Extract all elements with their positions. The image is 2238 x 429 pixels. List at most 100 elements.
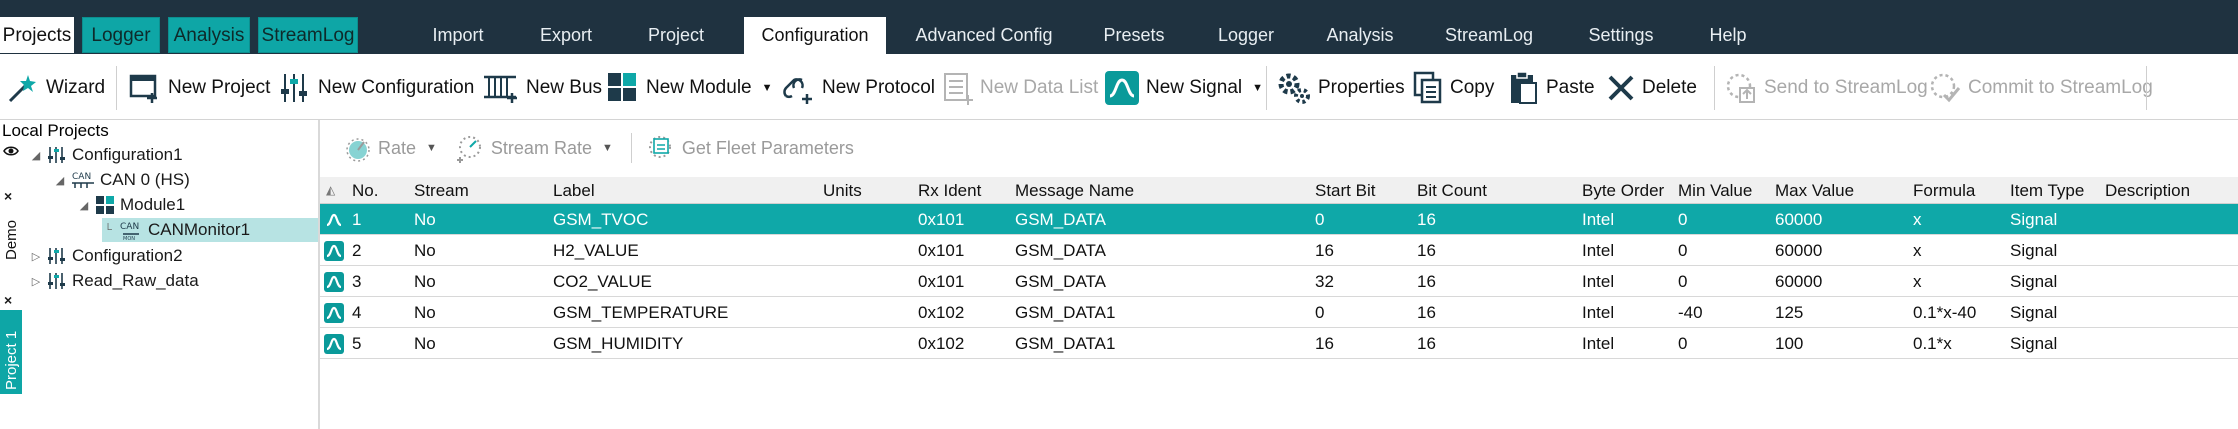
menu-tab-logger[interactable]: Logger (1206, 17, 1286, 54)
tree-node-module1[interactable]: ◢ Module1 (78, 193, 185, 217)
col-units[interactable]: Units (823, 177, 862, 204)
tree-node-can0[interactable]: ◢ CAN CAN 0 (HS) (54, 168, 190, 192)
get-fleet-parameters-button[interactable]: Get Fleet Parameters (646, 133, 854, 163)
table-row[interactable]: 3 No CO2_VALUE 0x101 GSM_DATA 32 16 Intel 0 60000… (320, 266, 2238, 297)
new-configuration-button[interactable]: New Configuration (280, 68, 474, 108)
delete-button[interactable]: Delete (1606, 68, 1697, 108)
new-data-list-button[interactable]: New Data List (942, 68, 1098, 108)
col-stream[interactable]: Stream (414, 177, 469, 204)
col-rx-ident[interactable]: Rx Ident (918, 177, 981, 204)
cell-label: CO2_VALUE (553, 272, 652, 291)
cell-formula: 0.1*x (1913, 334, 1952, 353)
chevron-down-icon[interactable]: ▼ (762, 82, 773, 94)
delete-label: Delete (1642, 77, 1697, 98)
fleet-parameters-icon (648, 136, 671, 158)
menu-tab-configuration[interactable]: Configuration (744, 17, 886, 54)
new-module-label: New Module (646, 77, 752, 98)
chevron-down-icon[interactable]: ▼ (602, 142, 613, 154)
tab-logger[interactable]: Logger (82, 17, 160, 53)
col-byte-order[interactable]: Byte Order (1582, 177, 1664, 204)
svg-text:CAN: CAN (72, 172, 91, 182)
menu-tab-streamlog[interactable]: StreamLog (1436, 17, 1542, 54)
table-row[interactable]: 5 No GSM_HUMIDITY 0x102 GSM_DATA1 16 16 Intel 0 1… (320, 328, 2238, 359)
cell-item-type: Signal (2010, 303, 2058, 322)
cell-formula: x (1913, 272, 1922, 291)
stream-rate-icon (456, 136, 481, 163)
cell-item-type: Signal (2010, 241, 2058, 260)
new-protocol-button[interactable]: New Protocol (780, 68, 935, 108)
rate-button[interactable]: Rate ▼ (344, 134, 437, 162)
collapsed-arrow-icon[interactable]: ▷ (30, 250, 42, 263)
tab-streamlog[interactable]: StreamLog (258, 17, 358, 53)
cell-stream: No (414, 241, 436, 260)
menu-tab-project[interactable]: Project (636, 17, 716, 54)
menu-tab-advanced-config[interactable]: Advanced Config (910, 17, 1058, 54)
stream-rate-label: Stream Rate (490, 137, 592, 158)
cell-message-name: GSM_DATA (1015, 210, 1106, 229)
signal-icon (324, 334, 344, 354)
cell-bit-count: 16 (1417, 272, 1436, 291)
module-icon (96, 196, 114, 214)
tree-node-canmonitor1[interactable]: └ CAN MON CANMonitor1 (102, 218, 318, 242)
col-label[interactable]: Label (553, 177, 595, 204)
table-row[interactable]: 2 No H2_VALUE 0x101 GSM_DATA 16 16 Intel 0 60000 x… (320, 235, 2238, 266)
grid-toolbar: Rate ▼ Stream Rate ▼ Get Fleet Parameter… (320, 127, 872, 169)
properties-button[interactable]: Properties (1276, 68, 1405, 108)
cell-label: H2_VALUE (553, 241, 639, 260)
paste-label: Paste (1546, 77, 1595, 98)
table-row[interactable]: 4 No GSM_TEMPERATURE 0x102 GSM_DATA1 0 16 Intel… (320, 297, 2238, 328)
menu-tab-export[interactable]: Export (526, 17, 606, 54)
col-description[interactable]: Description (2105, 177, 2190, 204)
cell-rx-ident: 0x101 (918, 210, 965, 229)
table-row[interactable]: 1 No GSM_TVOC 0x101 GSM_DATA 0 16 Intel 0 60000 x S… (320, 204, 2238, 235)
col-formula[interactable]: Formula (1913, 177, 1975, 204)
copy-button[interactable]: Copy (1412, 68, 1494, 108)
tab-projects[interactable]: Projects (0, 17, 74, 53)
new-project-button[interactable]: New Project (128, 68, 270, 108)
close-icon[interactable]: × (4, 188, 12, 204)
send-to-streamlog-button[interactable]: Send to StreamLog (1724, 68, 1928, 108)
chevron-down-icon[interactable]: ▼ (1252, 82, 1263, 94)
collapsed-arrow-icon[interactable]: ▷ (30, 275, 42, 288)
cell-stream: No (414, 334, 436, 353)
new-module-button[interactable]: New Module ▼ (606, 68, 773, 108)
cell-bit-count: 16 (1417, 303, 1436, 322)
col-no[interactable]: No. (352, 177, 378, 204)
sort-corner-icon[interactable]: ◭ (326, 177, 335, 204)
col-max-value[interactable]: Max Value (1775, 177, 1854, 204)
menu-tab-presets[interactable]: Presets (1094, 17, 1174, 54)
expanded-arrow-icon[interactable]: ◢ (30, 149, 42, 162)
tab-project-1[interactable]: Project 1 (0, 310, 22, 394)
menu-tab-import[interactable]: Import (420, 17, 496, 54)
new-bus-button[interactable]: New Bus (482, 68, 602, 108)
properties-label: Properties (1318, 77, 1405, 98)
tab-demo[interactable]: Demo (0, 206, 22, 264)
col-message-name[interactable]: Message Name (1015, 177, 1134, 204)
col-min-value[interactable]: Min Value (1678, 177, 1752, 204)
paste-button[interactable]: Paste (1508, 68, 1595, 108)
tree-node-configuration1[interactable]: ◢ Configuration1 (30, 143, 183, 167)
eye-icon[interactable] (3, 144, 19, 161)
new-project-icon (129, 74, 157, 103)
col-bit-count[interactable]: Bit Count (1417, 177, 1487, 204)
tree-node-configuration2[interactable]: ▷ Configuration2 (30, 244, 183, 268)
chevron-down-icon[interactable]: ▼ (426, 142, 437, 154)
expanded-arrow-icon[interactable]: ◢ (54, 174, 66, 187)
col-item-type[interactable]: Item Type (2010, 177, 2084, 204)
stream-rate-button[interactable]: Stream Rate ▼ (455, 133, 613, 163)
close-icon[interactable]: × (4, 292, 12, 308)
get-fleet-parameters-label: Get Fleet Parameters (681, 137, 854, 158)
menu-tab-settings[interactable]: Settings (1576, 17, 1666, 54)
menu-tab-help[interactable]: Help (1700, 17, 1756, 54)
tree-node-read-raw-data[interactable]: ▷ Read_Raw_data (30, 269, 199, 293)
expanded-arrow-icon[interactable]: ◢ (78, 199, 90, 212)
new-signal-button[interactable]: New Signal ▼ (1104, 68, 1263, 108)
col-start-bit[interactable]: Start Bit (1315, 177, 1375, 204)
toolbar-divider (116, 66, 117, 110)
wizard-button[interactable]: Wizard (6, 68, 105, 108)
tab-analysis[interactable]: Analysis (168, 17, 250, 53)
cell-byte-order: Intel (1582, 272, 1615, 291)
menu-tab-analysis[interactable]: Analysis (1318, 17, 1402, 54)
signal-icon (324, 303, 344, 323)
commit-to-streamlog-button[interactable]: Commit to StreamLog (1928, 68, 2153, 108)
